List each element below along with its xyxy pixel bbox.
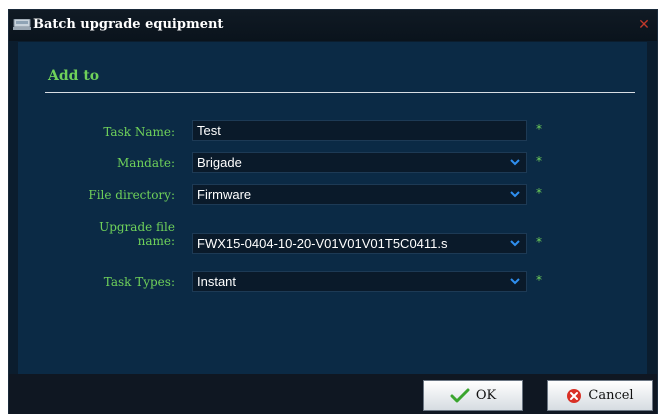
close-icon[interactable]: ✕ bbox=[637, 18, 651, 32]
required-marker: * bbox=[536, 122, 542, 136]
dialog-body: Add to Task Name: Test * Mandate: Brigad… bbox=[18, 42, 647, 376]
section-divider bbox=[45, 92, 635, 93]
task-name-value: Test bbox=[197, 123, 221, 138]
required-marker: * bbox=[536, 186, 542, 200]
task-name-label: Task Name: bbox=[103, 125, 175, 139]
checkmark-icon bbox=[450, 388, 470, 402]
network-device-icon bbox=[13, 19, 31, 30]
cancel-x-icon bbox=[567, 388, 582, 403]
file-directory-select[interactable]: Firmware bbox=[192, 184, 527, 205]
upgrade-file-name-select[interactable]: FWX15-0404-10-20-V01V01V01T5C0411.s bbox=[192, 233, 527, 254]
batch-upgrade-dialog: Batch upgrade equipment ✕ Add to Task Na… bbox=[8, 9, 658, 414]
mandate-select[interactable]: Brigade bbox=[192, 152, 527, 173]
mandate-label: Mandate: bbox=[117, 156, 175, 170]
cancel-button-label: Cancel bbox=[588, 388, 634, 403]
title-bar[interactable]: Batch upgrade equipment ✕ bbox=[9, 10, 657, 41]
chevron-down-icon bbox=[510, 159, 520, 166]
chevron-down-icon bbox=[510, 240, 520, 247]
file-directory-label: File directory: bbox=[88, 188, 175, 202]
section-title: Add to bbox=[48, 68, 100, 84]
file-directory-value: Firmware bbox=[197, 187, 252, 202]
cancel-button[interactable]: Cancel bbox=[547, 380, 653, 411]
upgrade-file-name-label-line2: name: bbox=[137, 234, 175, 248]
upgrade-file-name-label-line1: Upgrade file bbox=[99, 220, 175, 234]
required-marker: * bbox=[536, 154, 542, 168]
task-types-value: Instant bbox=[197, 274, 237, 289]
upgrade-file-name-label: Upgrade file name: bbox=[45, 220, 175, 248]
ok-button-label: OK bbox=[475, 388, 497, 403]
task-types-select[interactable]: Instant bbox=[192, 271, 527, 292]
required-marker: * bbox=[536, 235, 542, 249]
dialog-title: Batch upgrade equipment bbox=[33, 17, 224, 32]
chevron-down-icon bbox=[510, 278, 520, 285]
upgrade-file-name-value: FWX15-0404-10-20-V01V01V01T5C0411.s bbox=[197, 236, 448, 251]
task-types-label: Task Types: bbox=[103, 275, 175, 289]
mandate-value: Brigade bbox=[197, 155, 242, 170]
task-name-input[interactable]: Test bbox=[192, 120, 527, 141]
chevron-down-icon bbox=[510, 191, 520, 198]
required-marker: * bbox=[536, 273, 542, 287]
ok-button[interactable]: OK bbox=[423, 380, 523, 411]
